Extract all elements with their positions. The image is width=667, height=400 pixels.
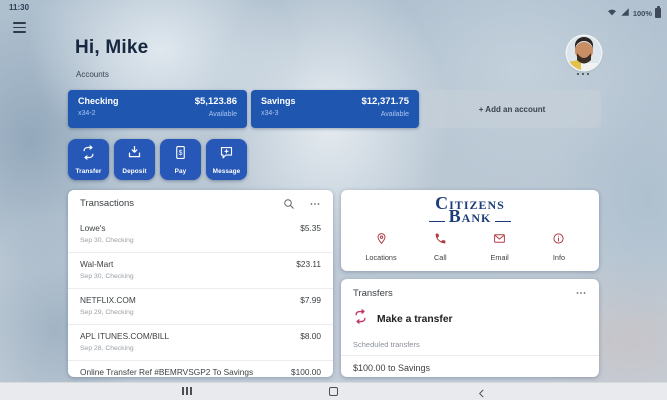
make-transfer-button[interactable]: Make a transfer [341, 299, 599, 329]
message-icon [219, 145, 234, 165]
account-balance-status: Available [208, 111, 237, 118]
status-icons: 100% [607, 4, 661, 22]
transaction-row[interactable]: APL ITUNES.COM/BILL Sep 28, Checking $8.… [68, 325, 333, 361]
accounts-section-label: Accounts [76, 70, 109, 79]
transaction-amount: $23.11 [296, 259, 321, 269]
envelope-icon [493, 232, 506, 250]
swap-arrows-icon [353, 309, 368, 329]
transfer-icon [81, 144, 96, 165]
pay-button[interactable]: $ Pay [160, 139, 201, 180]
quick-action-label: Message [212, 167, 241, 175]
transfer-button[interactable]: Transfer [68, 139, 109, 180]
transfers-title: Transfers [353, 287, 393, 299]
transaction-amount: $7.99 [300, 295, 321, 305]
transaction-name: NETFLIX.COM [80, 295, 136, 305]
battery-icon [655, 6, 661, 18]
transaction-row[interactable]: NETFLIX.COM Sep 29, Checking $7.99 [68, 289, 333, 325]
deposit-icon [127, 145, 142, 165]
transaction-date: Sep 28, Checking [80, 345, 134, 352]
recent-apps-icon[interactable] [182, 387, 192, 395]
transaction-date: Sep 30, Checking [80, 273, 134, 280]
account-name: Checking [78, 96, 119, 106]
deposit-button[interactable]: Deposit [114, 139, 155, 180]
scheduled-transfer-title: $100.00 to Savings [353, 363, 431, 373]
account-balance: $5,123.86 [194, 96, 237, 107]
transfers-header: Transfers [341, 279, 599, 299]
transaction-name: Lowe's [80, 223, 106, 233]
quick-action-label: Transfer [75, 167, 102, 175]
bank-action-label: Email [490, 253, 509, 262]
home-icon[interactable] [329, 387, 338, 396]
bank-action-label: Locations [365, 253, 397, 262]
account-balance-status: Available [380, 111, 409, 118]
wifi-icon [607, 4, 617, 22]
bank-action-label: Info [552, 253, 566, 262]
account-number: x34-2 [78, 110, 96, 117]
transactions-title: Transactions [80, 198, 135, 209]
transaction-name: Wal-Mart [80, 259, 114, 269]
account-balance: $12,371.75 [361, 96, 409, 107]
transaction-amount: $100.00 [291, 367, 321, 377]
message-button[interactable]: Message [206, 139, 247, 180]
menu-icon[interactable] [13, 22, 26, 33]
account-number: x34-3 [261, 110, 279, 117]
bank-info-card: Citizens Bank Locations [341, 190, 599, 271]
transactions-header: Transactions [68, 190, 333, 217]
quick-action-label: Pay [174, 167, 187, 175]
transaction-date: Sep 29, Checking [80, 309, 134, 316]
account-card-savings[interactable]: Savings x34-3 $12,371.75 Available [251, 90, 419, 128]
greeting-title: Hi, Mike [75, 37, 149, 58]
location-pin-icon [375, 232, 388, 250]
bank-logo-line1: Citizens [435, 193, 505, 213]
bank-contact-actions: Locations Call Email Info [341, 232, 599, 262]
account-card-checking[interactable]: Checking x34-2 $5,123.86 Available [68, 90, 247, 128]
make-transfer-label: Make a transfer [377, 313, 453, 325]
phone-icon [434, 232, 447, 250]
battery-percentage: 100% [632, 8, 652, 18]
search-icon[interactable] [283, 198, 295, 210]
quick-action-label: Deposit [122, 167, 147, 175]
info-button[interactable]: Info [537, 232, 581, 262]
logo-rule-left [428, 221, 445, 222]
svg-text:$: $ [179, 150, 183, 157]
add-account-button[interactable]: + Add an account [423, 90, 601, 128]
transfers-more-icon[interactable] [575, 287, 587, 299]
bank-action-label: Call [434, 253, 447, 262]
transaction-amount: $8.00 [300, 331, 321, 341]
scheduled-transfer-row[interactable]: $100.00 to Savings Every month on the 21… [341, 356, 599, 377]
transaction-name: Online Transfer Ref #BEMRVSGP2 To Saving… [80, 367, 254, 377]
cell-signal-icon [620, 4, 630, 22]
email-button[interactable]: Email [478, 232, 522, 262]
back-icon[interactable] [477, 386, 486, 400]
transfers-card: Transfers Make a transfer Scheduled tran… [341, 279, 599, 377]
locations-button[interactable]: Locations [359, 232, 403, 262]
logo-rule-right [495, 221, 512, 222]
transaction-amount: $5.35 [300, 223, 321, 233]
scheduled-transfers-label: Scheduled transfers [341, 329, 599, 356]
status-time: 11:30 [9, 3, 30, 12]
account-name: Savings [261, 96, 296, 106]
banking-app-screen: 11:30 100% Hi, Mike Accounts Checking x3… [0, 0, 667, 400]
profile-more-icon[interactable] [577, 73, 589, 75]
transaction-row[interactable]: Wal-Mart Sep 30, Checking $23.11 [68, 253, 333, 289]
bank-logo-line2: Bank [448, 206, 492, 226]
transaction-date: Sep 30, Checking [80, 237, 134, 244]
pay-icon: $ [173, 145, 188, 165]
transactions-card: Transactions Lowe's Sep 30, Checking $5.… [68, 190, 333, 377]
call-button[interactable]: Call [418, 232, 462, 262]
citizens-bank-logo[interactable]: Citizens Bank [341, 197, 599, 225]
transactions-more-icon[interactable] [309, 198, 321, 210]
info-icon [552, 232, 565, 250]
profile-avatar[interactable] [567, 36, 601, 70]
transaction-name: APL ITUNES.COM/BILL [80, 331, 170, 341]
transaction-row[interactable]: Online Transfer Ref #BEMRVSGP2 To Saving… [68, 361, 333, 377]
transaction-row[interactable]: Lowe's Sep 30, Checking $5.35 [68, 217, 333, 253]
